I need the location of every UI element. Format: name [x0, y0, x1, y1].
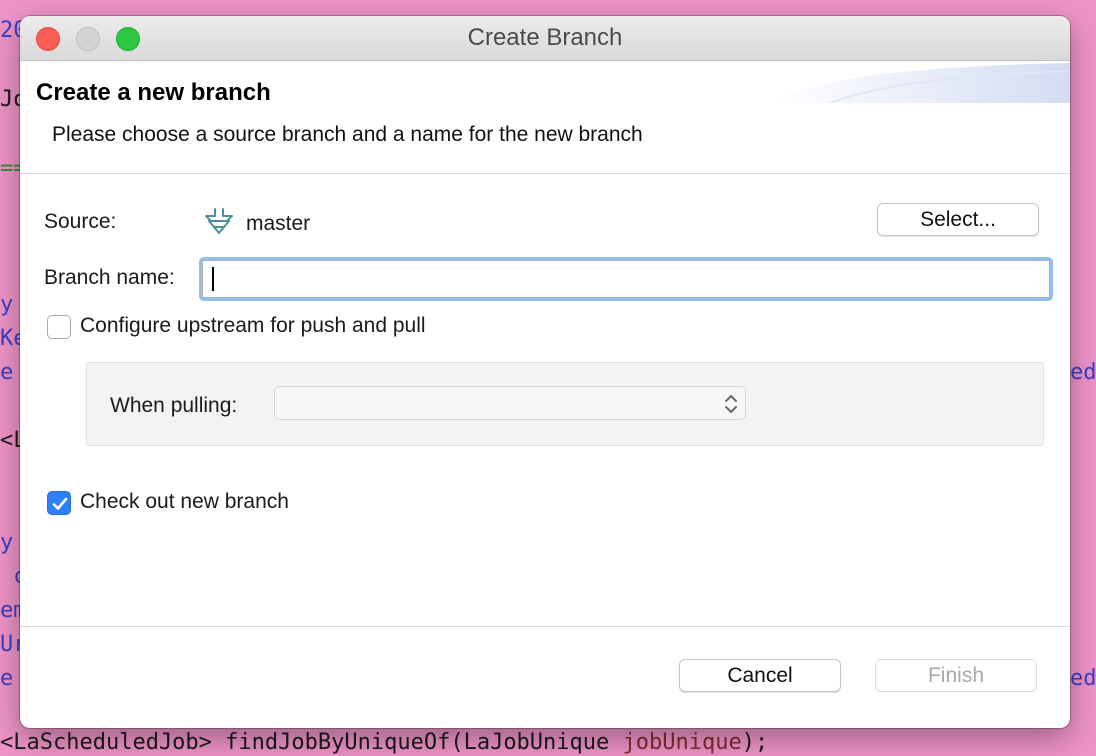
- source-branch-value: master: [246, 212, 311, 235]
- background-code-line: <LaScheduledJob> findJobByUniqueOf(LaJob…: [0, 730, 768, 755]
- background-code-fragment: ed: [1070, 360, 1096, 385]
- background-code-text: <LaScheduledJob> findJobByUniqueOf(LaJob…: [0, 730, 623, 755]
- background-code-param: jobUnique: [622, 730, 742, 755]
- source-label: Source:: [44, 210, 117, 233]
- branch-name-label: Branch name:: [44, 266, 175, 289]
- background-code-fragment: e: [0, 666, 14, 691]
- configure-upstream-label[interactable]: Configure upstream for push and pull: [80, 314, 426, 338]
- branch-name-input[interactable]: [202, 260, 1050, 298]
- up-down-chevron-icon: [725, 395, 737, 413]
- background-code-fragment: ed: [1070, 666, 1096, 691]
- background-code-text: );: [741, 730, 769, 755]
- when-pulling-select[interactable]: [274, 386, 746, 420]
- footer-divider: [20, 626, 1070, 627]
- cancel-button[interactable]: Cancel: [679, 659, 841, 692]
- when-pulling-label: When pulling:: [110, 394, 238, 417]
- background-code-fragment: y: [0, 530, 14, 555]
- wizard-header: Create a new branch Please choose a sour…: [20, 61, 1070, 174]
- page-heading: Create a new branch: [36, 79, 271, 106]
- page-description: Please choose a source branch and a name…: [52, 123, 643, 146]
- background-code-fragment: y: [0, 292, 14, 317]
- window-title: Create Branch: [467, 24, 623, 51]
- title-bar[interactable]: Create Branch: [20, 16, 1070, 61]
- configure-upstream-checkbox[interactable]: [47, 315, 71, 339]
- select-source-button[interactable]: Select...: [877, 203, 1039, 236]
- text-caret: [212, 267, 214, 291]
- checkmark-icon: [52, 497, 68, 510]
- banner-graphic: [770, 61, 1070, 103]
- background-code-fragment: e: [0, 360, 14, 385]
- create-branch-dialog: Create Branch Create a new branch Please…: [20, 16, 1070, 728]
- checkout-new-branch-label[interactable]: Check out new branch: [80, 490, 289, 514]
- checkout-new-branch-checkbox[interactable]: [47, 491, 71, 515]
- branch-icon: [202, 206, 236, 236]
- finish-button[interactable]: Finish: [875, 659, 1037, 692]
